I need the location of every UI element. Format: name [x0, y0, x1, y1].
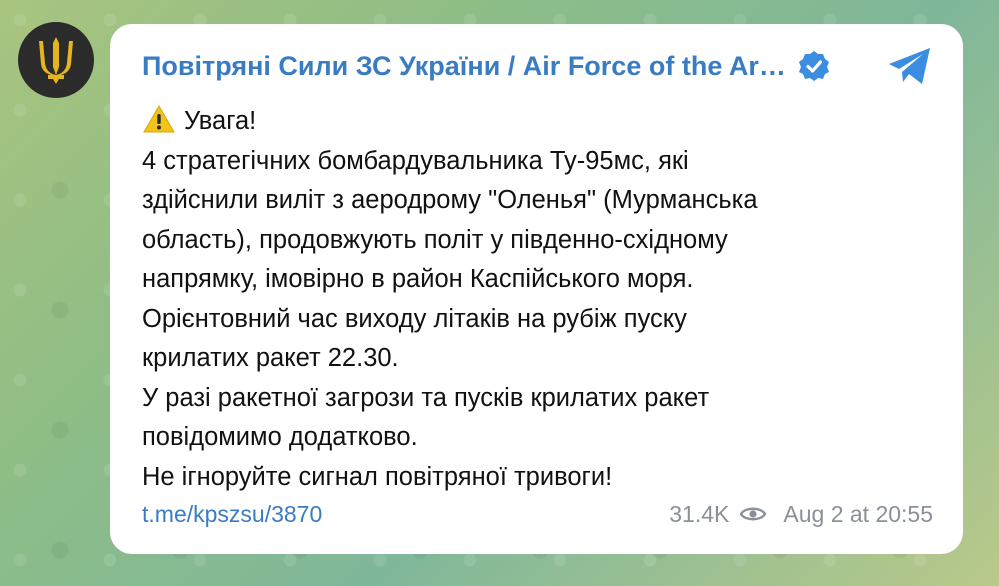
message-line: область), продовжують політ у південно-с…	[142, 225, 728, 254]
message-line: 4 стратегічних бомбардувальника Ту-95мс,…	[142, 146, 689, 175]
telegram-share-icon[interactable]	[887, 46, 933, 86]
message-line: Не ігноруйте сигнал повітряної тривоги!	[142, 462, 613, 491]
message-line: напрямку, імовірно в район Каспійського …	[142, 265, 694, 293]
message-line: здійснили виліт з аеродрому "Оленья" (Му…	[142, 186, 758, 214]
message-footer: t.me/kpszsu/3870 31.4K Aug 2 at 20:55	[142, 498, 933, 530]
message-bubble: Повітряні Сили ЗС України / Air Force of…	[110, 24, 963, 554]
message-line: повідомимо додатково.	[142, 423, 418, 451]
message-line: У разі ракетної загрози та пусків крилат…	[142, 383, 710, 412]
warning-icon	[143, 104, 175, 133]
verified-badge-icon	[798, 51, 829, 81]
message-text: Увага! 4 стратегічних бомбардувальника Т…	[142, 102, 933, 497]
channel-name[interactable]: Повітряні Сили ЗС України / Air Force of…	[142, 51, 786, 82]
view-count: 31.4K	[669, 500, 730, 527]
eye-icon	[739, 507, 767, 521]
message-timestamp: Aug 2 at 20:55	[783, 500, 933, 527]
trident-icon	[39, 37, 73, 84]
message-line-text: Увага!	[184, 107, 257, 135]
message-header: Повітряні Сили ЗС України / Air Force of…	[142, 46, 933, 86]
message-line: Орієнтовний час виходу літаків на рубіж …	[142, 304, 687, 333]
channel-avatar[interactable]	[18, 22, 94, 98]
message-line: крилатих ракет 22.30.	[142, 344, 399, 372]
post-link[interactable]: t.me/kpszsu/3870	[142, 501, 322, 528]
message-meta: 31.4K Aug 2 at 20:55	[669, 501, 933, 528]
message-line: Увага!	[142, 102, 933, 142]
